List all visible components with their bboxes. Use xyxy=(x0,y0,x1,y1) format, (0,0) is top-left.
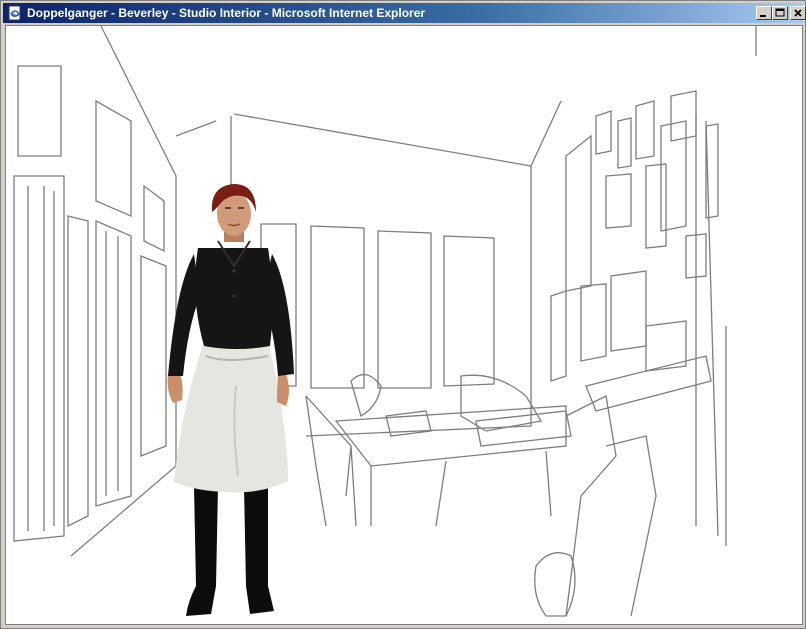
close-icon xyxy=(794,9,802,17)
minimize-icon xyxy=(760,15,766,17)
page-content xyxy=(5,25,803,625)
3d-woman-avatar xyxy=(167,184,294,616)
minimize-button[interactable] xyxy=(756,6,772,20)
skirt xyxy=(174,341,288,493)
svg-text:e: e xyxy=(12,10,16,19)
close-button[interactable] xyxy=(790,6,806,20)
window-title: Doppelganger - Beverley - Studio Interio… xyxy=(27,6,426,20)
black-top xyxy=(195,248,273,349)
title-bar[interactable]: e Doppelganger - Beverley - Studio Inter… xyxy=(3,3,806,23)
studio-scene xyxy=(13,26,757,617)
maximize-button[interactable] xyxy=(772,6,788,20)
maximize-icon xyxy=(775,8,785,17)
browser-window: e Doppelganger - Beverley - Studio Inter… xyxy=(0,0,806,629)
studio-sketch-background xyxy=(13,26,757,617)
right-boot xyxy=(244,486,274,614)
left-boot xyxy=(186,486,218,616)
ie-page-icon: e xyxy=(7,5,23,21)
